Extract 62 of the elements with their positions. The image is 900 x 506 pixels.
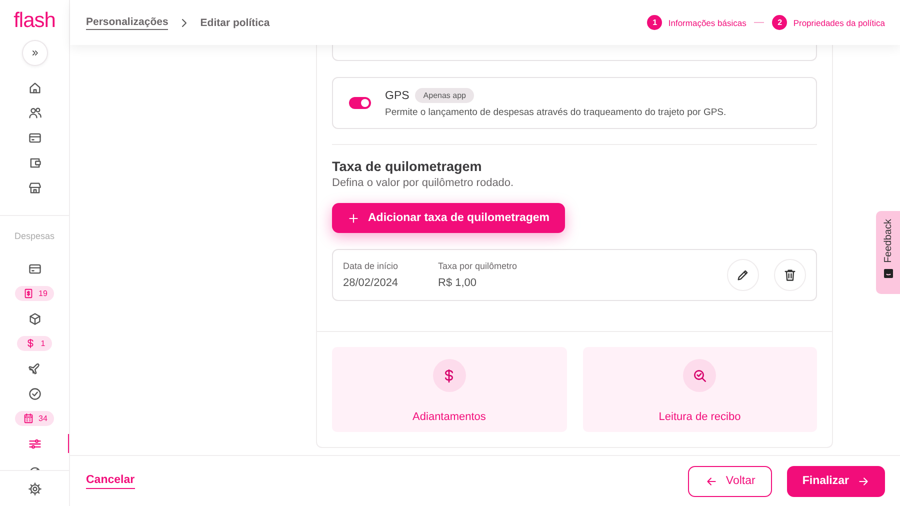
step-label: Informações básicas xyxy=(668,18,746,28)
toggle-switch[interactable] xyxy=(349,97,371,109)
section-label: Despesas xyxy=(14,230,55,241)
nav-item[interactable] xyxy=(28,262,42,276)
home-icon xyxy=(28,81,42,96)
card-icon xyxy=(28,131,42,146)
finish-button[interactable]: Finalizar xyxy=(787,466,885,496)
nav-badge[interactable]: 1 xyxy=(16,336,52,352)
feedback-tab[interactable]: Feedback xyxy=(876,211,900,294)
start-date-value: 28/02/2024 xyxy=(343,277,400,289)
feature-card[interactable]: Adiantamentos xyxy=(332,347,566,432)
edit-button[interactable] xyxy=(727,259,759,291)
step-number: 1 xyxy=(647,15,662,30)
delete-button[interactable] xyxy=(774,259,806,291)
chevrons-right-icon xyxy=(30,48,40,58)
nav-item[interactable] xyxy=(28,362,42,376)
store-icon xyxy=(28,181,42,196)
gps-description: Permite o lançamento de despesas através do traqueamento do trajeto por GPS. xyxy=(385,107,726,118)
nav-item[interactable] xyxy=(28,181,42,196)
nav-badge[interactable]: 34 xyxy=(14,411,54,426)
box-icon xyxy=(28,312,42,326)
plus-icon xyxy=(347,212,360,224)
calendar-icon xyxy=(22,413,34,424)
wallet-icon xyxy=(28,156,42,170)
settings-icon xyxy=(28,482,42,496)
gps-title: GPS xyxy=(385,90,410,102)
start-date-label: Data de início xyxy=(343,261,400,271)
receipt-icon xyxy=(22,288,34,300)
step-label: Propriedades da política xyxy=(793,18,885,28)
add-rate-button[interactable]: Adicionar taxa de quilometragem xyxy=(332,203,564,233)
search-check-icon xyxy=(692,368,708,384)
arrow-left-icon xyxy=(704,474,718,488)
settings-button[interactable] xyxy=(28,482,42,496)
rate-value: R$ 1,00 xyxy=(438,277,478,289)
back-button[interactable]: Voltar xyxy=(688,466,772,496)
trash-icon xyxy=(783,268,797,282)
app-only-tag: Apenas app xyxy=(415,88,474,103)
nav-item[interactable] xyxy=(28,106,42,120)
smiley-icon xyxy=(884,268,892,278)
check-circle-icon xyxy=(28,386,42,401)
users-icon xyxy=(28,106,42,120)
nav-item[interactable] xyxy=(28,436,42,451)
arrow-right-icon xyxy=(857,474,870,488)
step-number: 2 xyxy=(772,15,788,30)
sliders-icon xyxy=(28,436,42,451)
pencil-icon xyxy=(736,268,750,282)
rate-label: Taxa por quilômetro xyxy=(438,261,518,271)
nav-item[interactable] xyxy=(28,131,42,146)
brand-logo: flash xyxy=(14,8,56,33)
section-title: Taxa de quilometragem xyxy=(332,159,483,174)
card-icon xyxy=(28,262,42,276)
breadcrumb-link[interactable]: Personalizações xyxy=(86,16,168,30)
feature-card[interactable]: Leitura de recibo xyxy=(582,347,817,432)
nav-item[interactable] xyxy=(28,312,42,326)
nav-item[interactable] xyxy=(28,386,42,401)
plane-icon xyxy=(28,362,42,376)
nav-item[interactable] xyxy=(28,81,42,96)
nav-badge[interactable]: 19 xyxy=(14,286,54,302)
nav-item[interactable] xyxy=(28,156,42,170)
cancel-link[interactable]: Cancelar xyxy=(86,474,135,488)
section-subtitle: Defina o valor por quilômetro rodado. xyxy=(332,177,515,189)
breadcrumb-current: Editar política xyxy=(200,16,270,28)
